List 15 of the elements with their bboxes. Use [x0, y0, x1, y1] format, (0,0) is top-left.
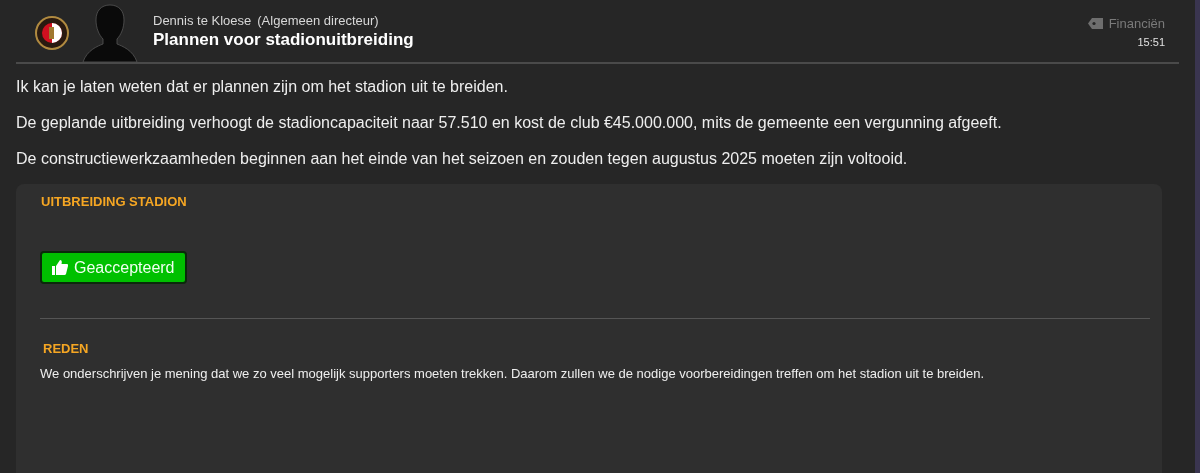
message-paragraph: De geplande uitbreiding verhoogt de stadioncapaciteit naar 57.510 en kost de club €45.000.000, mits de gemeente een vergunning afgeeft.: [16, 114, 1003, 132]
message-time: 15:51: [1137, 36, 1165, 48]
section-heading: UITBREIDING STADION: [41, 194, 188, 209]
thumbs-up-icon: [52, 260, 68, 275]
section-heading: REDEN: [43, 341, 90, 356]
message-paragraph: Ik kan je laten weten dat er plannen zijn om het stadion uit te breiden.: [16, 78, 509, 96]
status-button[interactable]: Geaccepteerd: [40, 251, 187, 284]
sender-role: (Algemeen directeur): [257, 13, 379, 28]
message-category: Financiën: [1108, 16, 1165, 31]
reason-text: We onderschrijven je mening dat we zo veel mogelijk supporters moeten trekken. Daarom zullen we de nodige voorbereidingen treffen om het stadion uit te breiden.: [40, 365, 985, 383]
sender-name: Dennis te Kloese: [153, 13, 252, 28]
message-paragraph: De constructiewerkzaamheden beginnen aan het einde van het seizoen en zouden tegen augustus 2025 moeten zijn voltooid.: [16, 150, 909, 168]
message-subject: Plannen voor stadionuitbreiding: [153, 30, 415, 50]
tag-icon: [1087, 18, 1104, 29]
club-crest-icon: [35, 16, 69, 50]
